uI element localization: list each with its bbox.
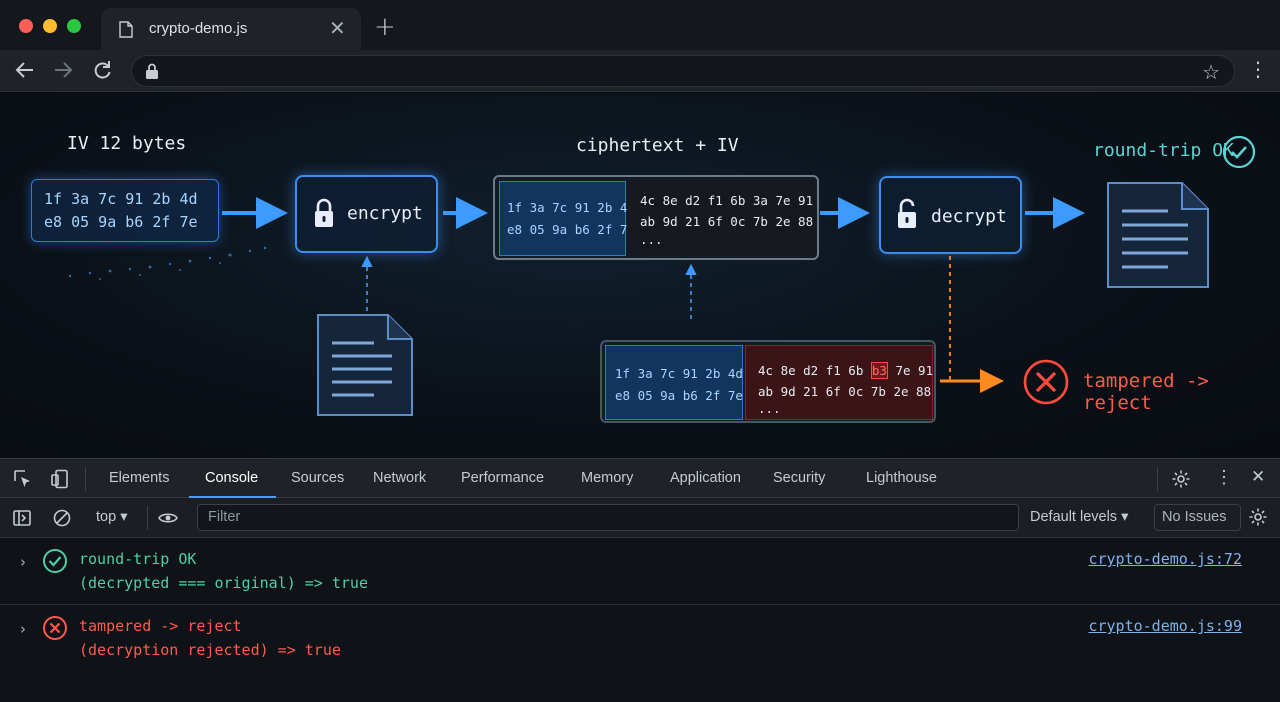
log-levels-dropdown[interactable]: Default levels ▾ [1030, 509, 1128, 525]
source-link[interactable]: crypto-demo.js:99 [1088, 617, 1242, 635]
document-icon [119, 21, 133, 38]
x-circle-icon [43, 616, 67, 640]
devtools-menu-icon[interactable]: ⋮ [1215, 467, 1233, 488]
tampered-iv-row-2: e8 05 9a b6 2f 7e [615, 388, 743, 403]
console-filter-input[interactable]: Filter [197, 504, 1019, 531]
expand-chevron-icon[interactable]: › [20, 553, 26, 571]
inspect-element-icon[interactable] [13, 469, 33, 489]
tab-lighthouse[interactable]: Lighthouse [866, 470, 937, 486]
message-text: round-trip OK [79, 550, 197, 568]
toolbar-divider [1157, 467, 1158, 491]
live-expression-eye-icon[interactable] [158, 508, 178, 528]
tampered-reject-label: tampered -> reject [1083, 370, 1209, 414]
iv-row-1: 1f 3a 7c 91 2b 4d [44, 190, 198, 208]
iv-row-2: e8 05 9a b6 2f 7e [44, 213, 198, 231]
tab-elements[interactable]: Elements [109, 470, 169, 486]
roundtrip-ok-label: round-trip OK [1093, 140, 1234, 161]
ciphertext-iv-part: 1f 3a 7c 91 2b 4d e8 05 9a b6 2f 7e [499, 181, 635, 256]
console-filter-bar: top ▾ Filter Default levels ▾ No Issues [0, 498, 1280, 538]
context-value: top [96, 509, 117, 525]
browser-toolbar: ☆ ⋮ [0, 50, 1280, 92]
issues-button[interactable]: No Issues [1154, 504, 1241, 531]
lock-open-icon [898, 198, 916, 228]
clear-console-icon[interactable] [52, 508, 72, 528]
source-link[interactable]: crypto-demo.js:72 [1088, 550, 1242, 568]
browser-tab[interactable]: crypto-demo.js ✕ [101, 8, 361, 50]
lock-closed-icon [315, 198, 333, 227]
diagram-stage: IV 12 bytes 1f 3a 7c 91 2b 4d e8 05 9a b… [0, 93, 1280, 457]
toolbar-divider [85, 467, 86, 491]
tampered-byte: b3 [870, 362, 888, 379]
tab-console[interactable]: Console [205, 470, 258, 486]
tab-memory[interactable]: Memory [581, 470, 633, 486]
forward-arrow-icon[interactable] [52, 59, 74, 81]
iv-bytes-box: 1f 3a 7c 91 2b 4d e8 05 9a b6 2f 7e [31, 179, 219, 242]
message-detail: (decryption rejected) => true [79, 641, 341, 659]
issues-label: No Issues [1162, 509, 1227, 525]
tampered-row-1-after: 7e 91 [887, 363, 934, 378]
tab-title: crypto-demo.js [149, 20, 248, 37]
iv-label: IV 12 bytes [67, 133, 187, 154]
ct-row-1: 4c 8e d2 f1 6b 3a 7e 91 [640, 193, 814, 208]
tampered-iv-row-1: 1f 3a 7c 91 2b 4d [615, 366, 743, 381]
new-tab-button[interactable]: + [374, 14, 396, 40]
maximize-window-button[interactable] [67, 19, 81, 33]
browser-menu-icon[interactable]: ⋮ [1248, 59, 1268, 79]
reload-icon[interactable] [91, 59, 113, 81]
back-arrow-icon[interactable] [14, 59, 36, 81]
console-settings-gear-icon[interactable] [1248, 507, 1268, 527]
tab-sources[interactable]: Sources [291, 470, 344, 486]
settings-gear-icon[interactable] [1171, 469, 1191, 489]
reject-x-circle-icon [1023, 359, 1069, 405]
ciphertext-bytes-part: 4c 8e d2 f1 6b 3a 7e 91 ab 9d 21 6f 0c 7… [628, 181, 815, 256]
tab-security[interactable]: Security [773, 470, 825, 486]
close-window-button[interactable] [19, 19, 33, 33]
context-selector[interactable]: top ▾ [96, 509, 127, 525]
filter-placeholder: Filter [208, 509, 241, 525]
ct-row-3: ... [640, 232, 663, 247]
tampered-row-2: ab 9d 21 6f 0c 7b 2e 88 [758, 384, 932, 399]
ciphertext-box: 1f 3a 7c 91 2b 4d e8 05 9a b6 2f 7e 4c 8… [493, 175, 819, 260]
levels-value: Default levels [1030, 509, 1118, 525]
bookmark-star-icon[interactable]: ☆ [1202, 60, 1220, 84]
close-devtools-icon[interactable]: ✕ [1251, 467, 1265, 487]
tab-performance[interactable]: Performance [461, 470, 544, 486]
expand-chevron-icon[interactable]: › [20, 620, 26, 638]
devtools-tab-bar: Elements Console Sources Network Perform… [0, 458, 1280, 498]
minimize-window-button[interactable] [43, 19, 57, 33]
message-text: tampered -> reject [79, 617, 242, 635]
tampered-bytes-part: 4c 8e d2 f1 6b b3 7e 91 ab 9d 21 6f 0c 7… [745, 345, 933, 420]
decrypt-step: decrypt [879, 176, 1022, 254]
tampered-row-3: ... [758, 401, 781, 416]
address-bar[interactable]: ☆ [131, 55, 1235, 87]
decrypt-label: decrypt [931, 206, 1007, 227]
ct-row-2: ab 9d 21 6f 0c 7b 2e 88 [640, 214, 814, 229]
sparkle-trail [68, 246, 267, 280]
device-toolbar-icon[interactable] [50, 469, 70, 489]
check-circle-icon [1222, 135, 1256, 169]
check-circle-icon [43, 549, 67, 573]
tampered-ciphertext-box: 1f 3a 7c 91 2b 4d e8 05 9a b6 2f 7e 4c 8… [600, 340, 936, 423]
tampered-row-1: 4c 8e d2 f1 6b b3 7e 91 [758, 362, 934, 379]
tab-network[interactable]: Network [373, 470, 426, 486]
encrypt-label: encrypt [347, 203, 423, 224]
tab-close-icon[interactable]: ✕ [329, 18, 346, 38]
plaintext-document-icon [317, 314, 413, 416]
ct-iv-row-1: 1f 3a 7c 91 2b 4d [507, 200, 635, 215]
tampered-iv-part: 1f 3a 7c 91 2b 4d e8 05 9a b6 2f 7e [605, 345, 743, 420]
tab-application[interactable]: Application [670, 470, 741, 486]
encrypt-step: encrypt [295, 175, 438, 253]
sidebar-toggle-icon[interactable] [12, 508, 32, 528]
ciphertext-label: ciphertext + IV [576, 135, 739, 156]
toolbar-divider [147, 506, 148, 530]
message-detail: (decrypted === original) => true [79, 574, 368, 592]
browser-titlebar: crypto-demo.js ✕ + [0, 0, 1280, 50]
lock-icon [146, 63, 158, 79]
decrypted-document-icon [1107, 182, 1209, 288]
console-output: › round-trip OK (decrypted === original)… [0, 538, 1280, 702]
ct-iv-row-2: e8 05 9a b6 2f 7e [507, 222, 635, 237]
message-divider [0, 604, 1280, 605]
tampered-row-1-before: 4c 8e d2 f1 6b [758, 363, 871, 378]
